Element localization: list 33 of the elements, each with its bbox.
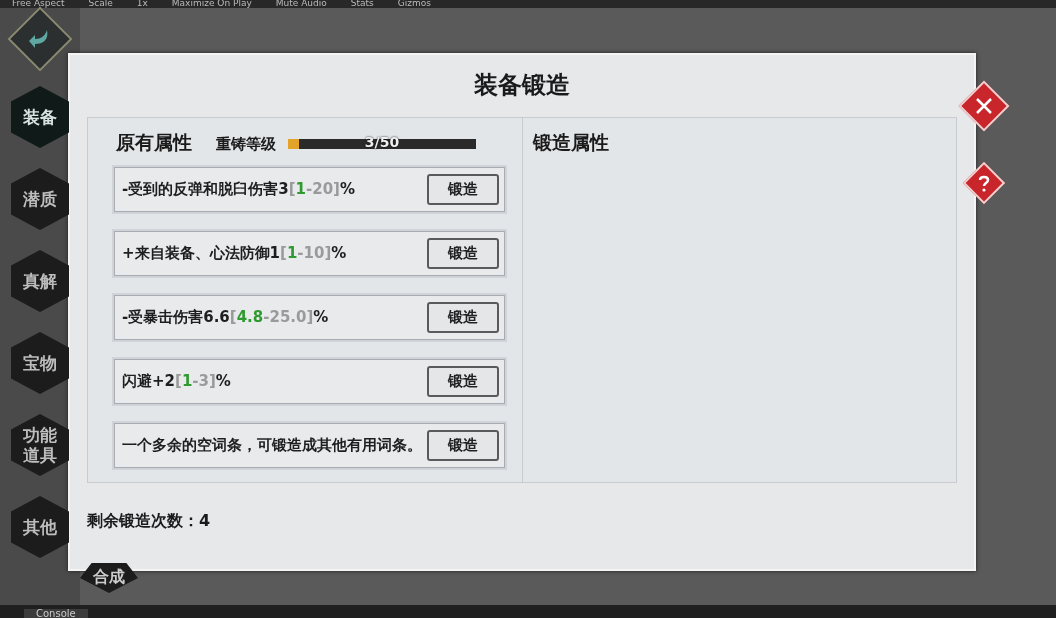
attribute-text: -受暴击伤害6.6[4.8-25.0]% [122, 307, 330, 327]
nav-tab[interactable]: 真解 [11, 250, 69, 312]
question-mark-icon [976, 174, 992, 192]
forge-button[interactable]: 锻造 [427, 237, 499, 269]
attribute-text: 闪避+2[1-3]% [122, 371, 232, 391]
toolbar-label[interactable]: Free Aspect [12, 0, 65, 8]
reforge-label: 重铸等级 [216, 134, 276, 155]
attribute-text: -受到的反弹和脱臼伤害3[1-20]% [122, 179, 356, 199]
compose-tab[interactable]: 合成 [80, 563, 138, 593]
section-heading: 锻造属性 [533, 131, 609, 153]
toolbar-label[interactable]: Mute Audio [275, 0, 327, 8]
toolbar-label[interactable]: Gizmos [397, 0, 431, 8]
nav-tab[interactable]: 宝物 [11, 332, 69, 394]
forge-button[interactable]: 锻造 [427, 301, 499, 333]
dialog-title: 装备锻造 [474, 70, 570, 101]
close-icon [974, 96, 994, 116]
forge-button[interactable]: 锻造 [427, 365, 499, 397]
attribute-text: 一个多余的空词条，可锻造成其他有用词条。 [122, 435, 422, 455]
console-tab[interactable]: Console [24, 609, 88, 618]
forge-button[interactable]: 锻造 [427, 173, 499, 205]
toolbar-label[interactable]: Scale [88, 0, 113, 8]
nav-tab[interactable]: 潜质 [11, 168, 69, 230]
remaining-count: 剩余锻造次数：4 [87, 510, 212, 532]
nav-tab[interactable]: 功能道具 [11, 414, 69, 476]
forge-button[interactable]: 锻造 [427, 429, 499, 461]
nav-tab[interactable]: 其他 [11, 496, 69, 558]
attribute-text: +来自装备、心法防御1[1-10]% [122, 243, 348, 263]
toolbar-label[interactable]: Maximize On Play [171, 0, 252, 8]
section-heading: 原有属性 [116, 130, 192, 155]
progress-reading: 3/50 [364, 133, 400, 153]
toolbar-label[interactable]: 1x [136, 0, 148, 8]
nav-tab[interactable]: 装备 [11, 86, 69, 148]
toolbar-label[interactable]: Stats [350, 0, 374, 8]
